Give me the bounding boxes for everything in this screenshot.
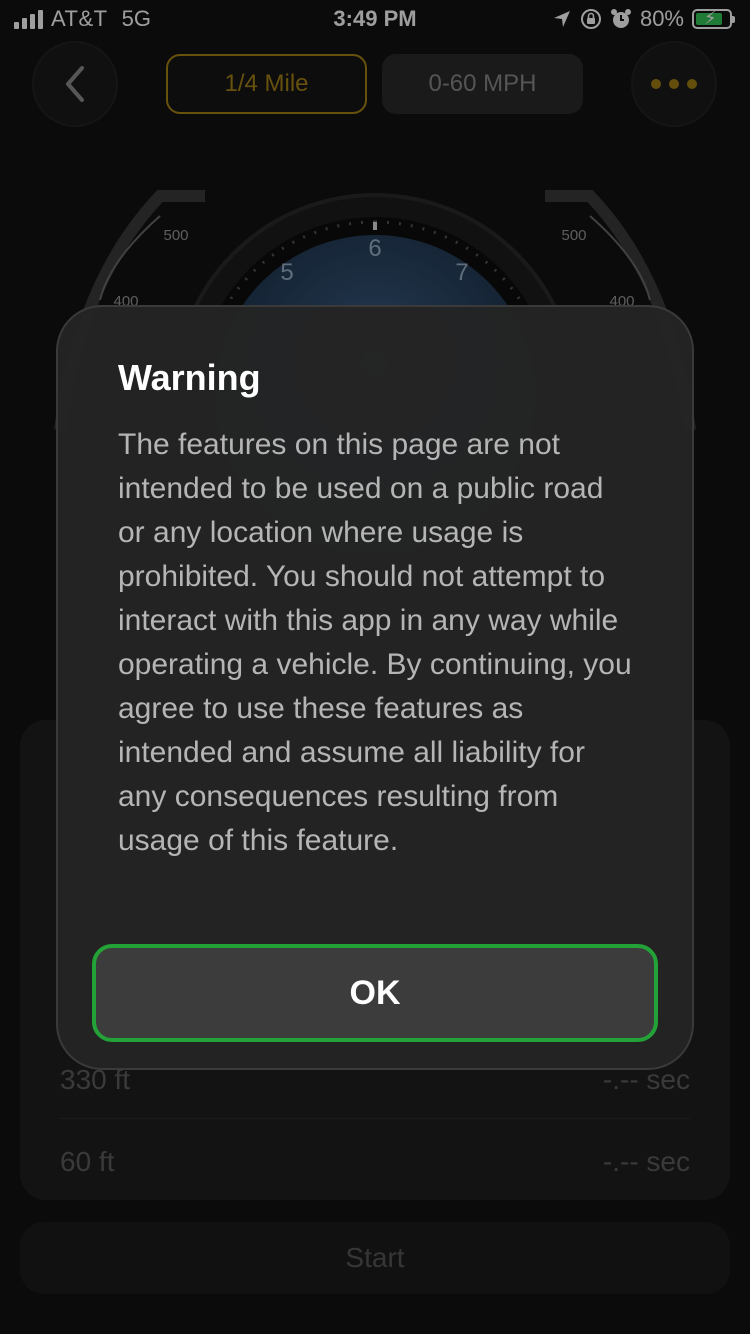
warning-dialog: Warning The features on this page are no…: [56, 305, 694, 1070]
ok-button[interactable]: OK: [92, 944, 658, 1042]
dialog-title: Warning: [118, 357, 261, 398]
dialog-message: The features on this page are not intend…: [118, 428, 632, 857]
